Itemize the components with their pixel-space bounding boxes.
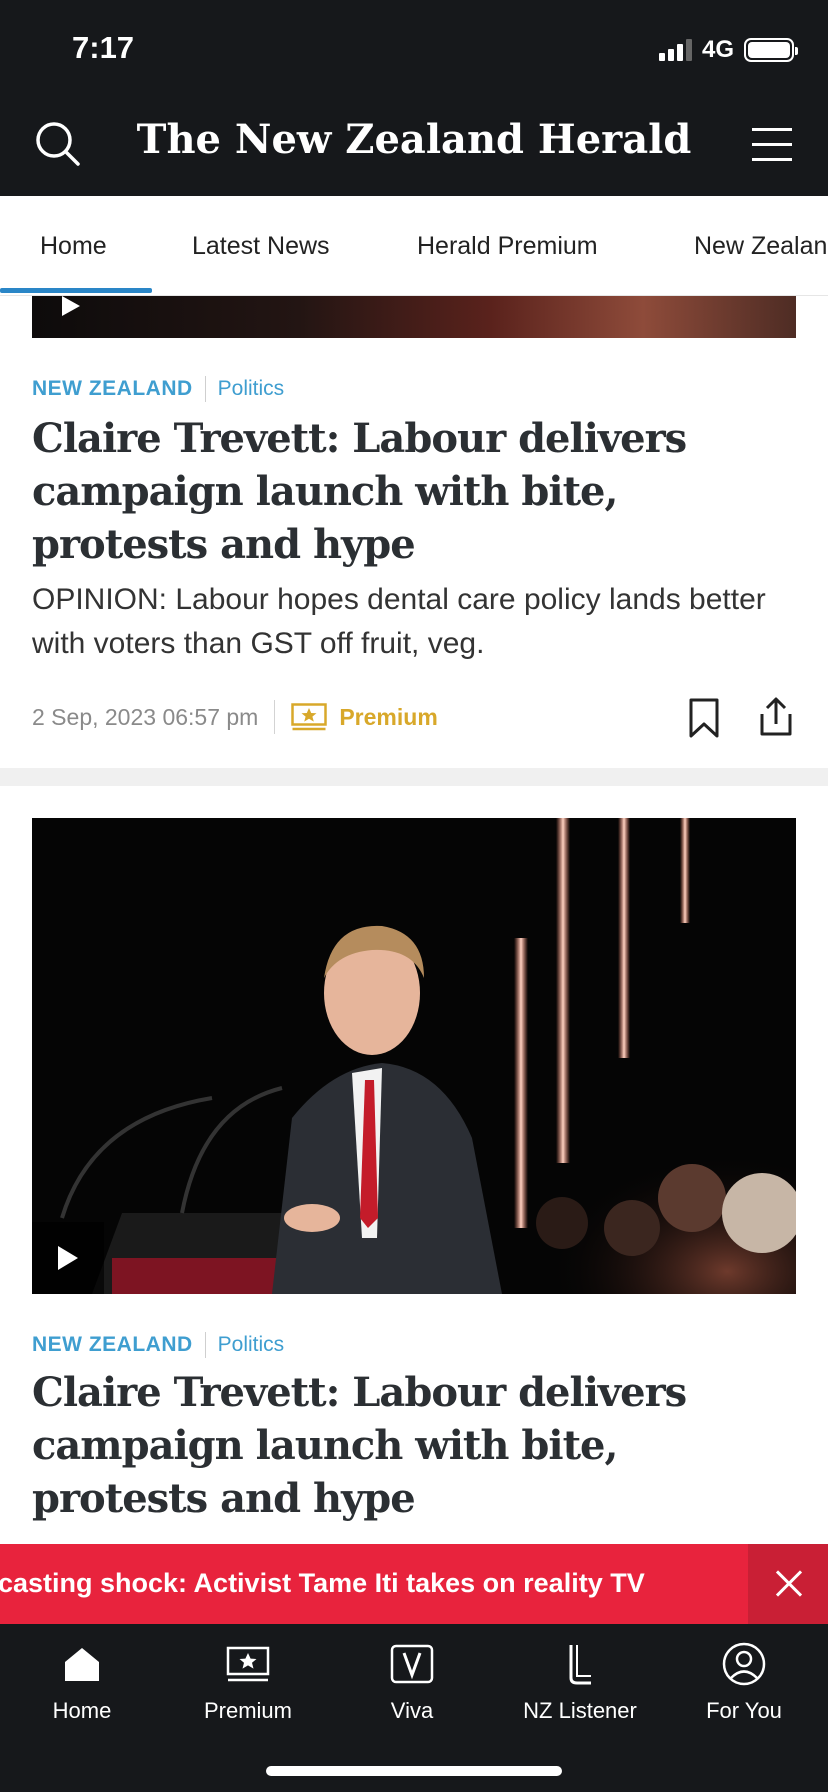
subsection-label[interactable]: Politics (218, 377, 285, 401)
nav-premium[interactable]: Premium (178, 1636, 318, 1724)
play-icon[interactable] (62, 296, 80, 316)
breaking-news-text[interactable]: casting shock: Activist Tame Iti takes o… (0, 1568, 645, 1599)
bottom-navigation: Home Premium Viva NZ Listener For You (0, 1624, 828, 1792)
listener-icon (569, 1645, 591, 1685)
nav-for-you[interactable]: For You (674, 1636, 814, 1724)
viva-icon (390, 1644, 434, 1684)
article-image[interactable] (32, 296, 796, 338)
section-label[interactable]: NEW ZEALAND (32, 1333, 193, 1357)
active-tab-indicator (0, 288, 152, 293)
article-date: 2 Sep, 2023 06:57 pm (32, 703, 259, 730)
status-indicators: 4G (658, 36, 798, 64)
tab-home[interactable]: Home (40, 232, 107, 261)
nav-label: For You (706, 1698, 782, 1723)
nav-home[interactable]: Home (12, 1636, 152, 1724)
home-icon (65, 1648, 99, 1681)
nav-label: Viva (390, 1698, 434, 1723)
signal-icon (658, 39, 692, 61)
play-icon[interactable] (32, 1222, 104, 1294)
battery-icon (744, 38, 798, 62)
premium-badge: Premium (339, 703, 438, 730)
share-icon[interactable] (756, 696, 796, 738)
article-headline[interactable]: Claire Trevett: Labour delivers campaign… (32, 412, 792, 571)
app-header: 7:17 4G The New Zealand Herald (0, 0, 828, 196)
nav-nz-listener[interactable]: NZ Listener (510, 1636, 650, 1724)
hamburger-menu-icon[interactable] (752, 128, 792, 162)
tab-latest-news[interactable]: Latest News (192, 232, 330, 261)
article-kicker: NEW ZEALAND Politics (32, 1332, 284, 1358)
breaking-news-banner[interactable]: casting shock: Activist Tame Iti takes o… (0, 1544, 828, 1624)
subsection-label[interactable]: Politics (218, 1333, 285, 1357)
article-divider (0, 768, 828, 786)
home-indicator[interactable] (266, 1766, 562, 1776)
nav-viva[interactable]: Viva (342, 1636, 482, 1724)
user-profile-icon (722, 1642, 766, 1686)
network-type: 4G (701, 36, 734, 63)
stage-photo (32, 818, 796, 1294)
tab-new-zealand[interactable]: New Zealand (694, 232, 828, 261)
tab-herald-premium[interactable]: Herald Premium (417, 232, 598, 261)
premium-star-icon (291, 703, 328, 731)
nav-label: NZ Listener (523, 1698, 637, 1723)
site-logo[interactable]: The New Zealand Herald (0, 116, 828, 163)
section-tabs: Home Latest News Herald Premium New Zeal… (0, 196, 828, 296)
premium-star-icon (226, 1646, 270, 1682)
nav-label: Home (52, 1698, 112, 1723)
article-summary[interactable]: OPINION: Labour hopes dental care policy… (32, 578, 772, 666)
bookmark-icon[interactable] (688, 698, 720, 738)
nav-label: Premium (203, 1698, 292, 1723)
close-icon[interactable] (748, 1544, 828, 1624)
article-headline[interactable]: Claire Trevett: Labour delivers campaign… (32, 1366, 792, 1525)
status-time: 7:17 (72, 30, 135, 65)
article-image[interactable] (32, 818, 796, 1294)
article-kicker: NEW ZEALAND Politics (32, 376, 284, 402)
section-label[interactable]: NEW ZEALAND (32, 377, 193, 401)
article-meta: 2 Sep, 2023 06:57 pm Premium (32, 700, 438, 734)
